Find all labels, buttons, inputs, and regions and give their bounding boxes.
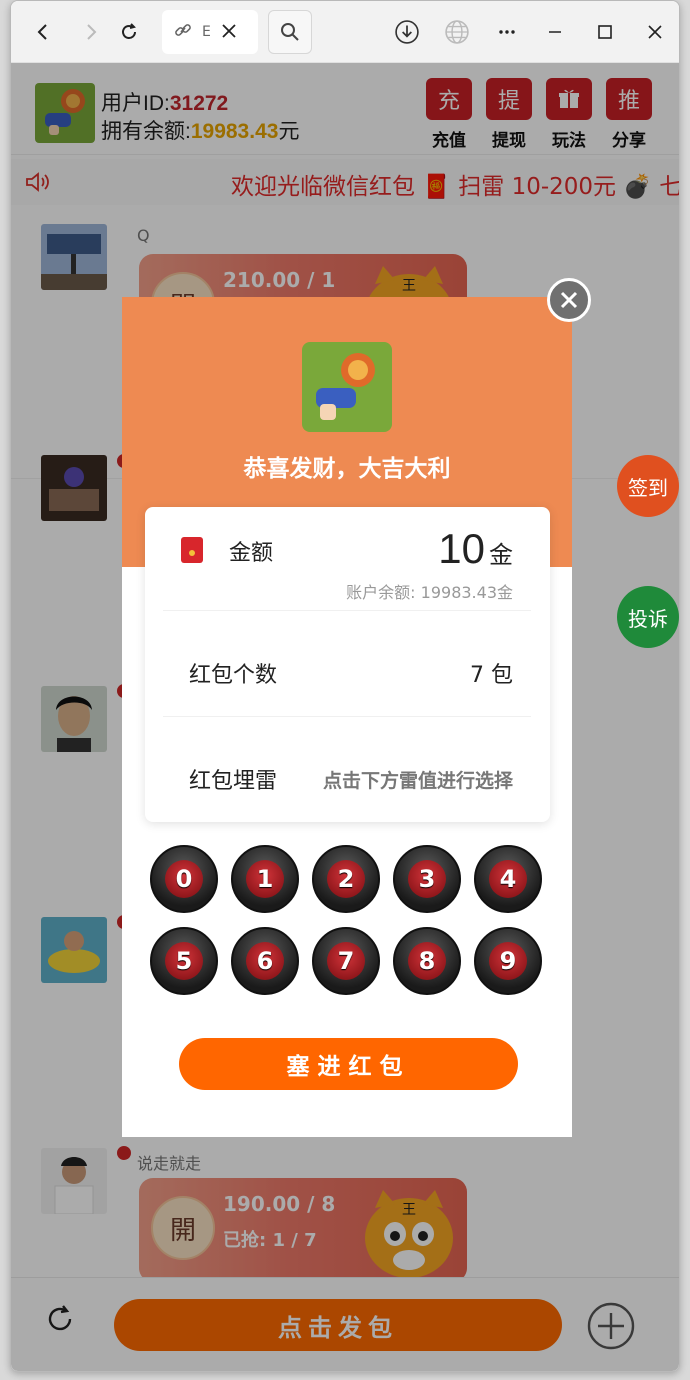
mine-digit-button[interactable]: 6 — [231, 927, 299, 995]
download-icon[interactable] — [389, 13, 425, 51]
red-envelope-icon — [181, 537, 203, 563]
minimize-icon[interactable] — [537, 13, 573, 51]
digit-label: 0 — [165, 860, 203, 898]
amount-label: 金额 — [229, 541, 274, 566]
browser-window: E 用户ID:31272 拥有余额:19983.43元 充 充值 提 提现 玩法… — [10, 0, 680, 1372]
count-label: 红包个数 — [189, 663, 278, 688]
amount-field[interactable]: 10 金 — [438, 525, 513, 573]
digit-label: 2 — [327, 860, 365, 898]
digit-label: 8 — [408, 942, 446, 980]
checkin-button[interactable]: 签到 — [617, 455, 679, 517]
digit-label: 7 — [327, 942, 365, 980]
back-icon[interactable] — [25, 13, 61, 51]
divider — [163, 716, 531, 717]
window-close-icon[interactable] — [637, 13, 673, 51]
link-icon — [174, 21, 192, 43]
tab-title: E — [202, 24, 211, 40]
mine-digit-button[interactable]: 9 — [474, 927, 542, 995]
globe-icon[interactable] — [439, 13, 475, 51]
digit-label: 3 — [408, 860, 446, 898]
browser-toolbar: E — [11, 1, 679, 63]
mine-digit-button[interactable]: 4 — [474, 845, 542, 913]
submit-packet-button[interactable]: 塞进红包 — [179, 1038, 518, 1090]
mine-hint: 点击下方雷值进行选择 — [322, 770, 513, 792]
modal-title: 恭喜发财，大吉大利 — [243, 456, 451, 482]
search-icon[interactable] — [268, 10, 312, 54]
divider — [163, 610, 531, 611]
reload-icon[interactable] — [111, 13, 147, 51]
page: 用户ID:31272 拥有余额:19983.43元 充 充值 提 提现 玩法 推… — [11, 63, 679, 1371]
count-field[interactable]: 7 包 — [470, 657, 513, 689]
account-balance: 账户余额: 19983.43金 — [346, 583, 513, 602]
mine-digit-button[interactable]: 3 — [393, 845, 461, 913]
mine-digit-button[interactable]: 1 — [231, 845, 299, 913]
avatar — [302, 342, 392, 432]
mine-digit-button[interactable]: 7 — [312, 927, 380, 995]
more-icon[interactable] — [489, 13, 525, 51]
amount-unit: 金 — [489, 541, 513, 569]
amount-value: 10 — [438, 525, 485, 572]
mine-digit-button[interactable]: 5 — [150, 927, 218, 995]
mine-digit-button[interactable]: 0 — [150, 845, 218, 913]
forward-icon[interactable] — [73, 13, 109, 51]
send-packet-modal: 恭喜发财，大吉大利 金额 10 金 账户余额: 19983.43金 红包个数 7… — [122, 297, 572, 1137]
mine-digit-button[interactable]: 8 — [393, 927, 461, 995]
close-icon[interactable] — [222, 23, 236, 42]
mine-digit-button[interactable]: 2 — [312, 845, 380, 913]
digit-label: 9 — [489, 942, 527, 980]
digit-label: 4 — [489, 860, 527, 898]
packet-form: 金额 10 金 账户余额: 19983.43金 红包个数 7 包 红包埋雷 点击… — [145, 507, 550, 822]
digit-label: 1 — [246, 860, 284, 898]
mine-label: 红包埋雷 — [189, 769, 278, 794]
digit-label: 6 — [246, 942, 284, 980]
browser-tab[interactable]: E — [162, 10, 258, 54]
complain-button[interactable]: 投诉 — [617, 586, 679, 648]
maximize-icon[interactable] — [587, 13, 623, 51]
close-icon[interactable] — [547, 278, 591, 322]
digit-label: 5 — [165, 942, 203, 980]
